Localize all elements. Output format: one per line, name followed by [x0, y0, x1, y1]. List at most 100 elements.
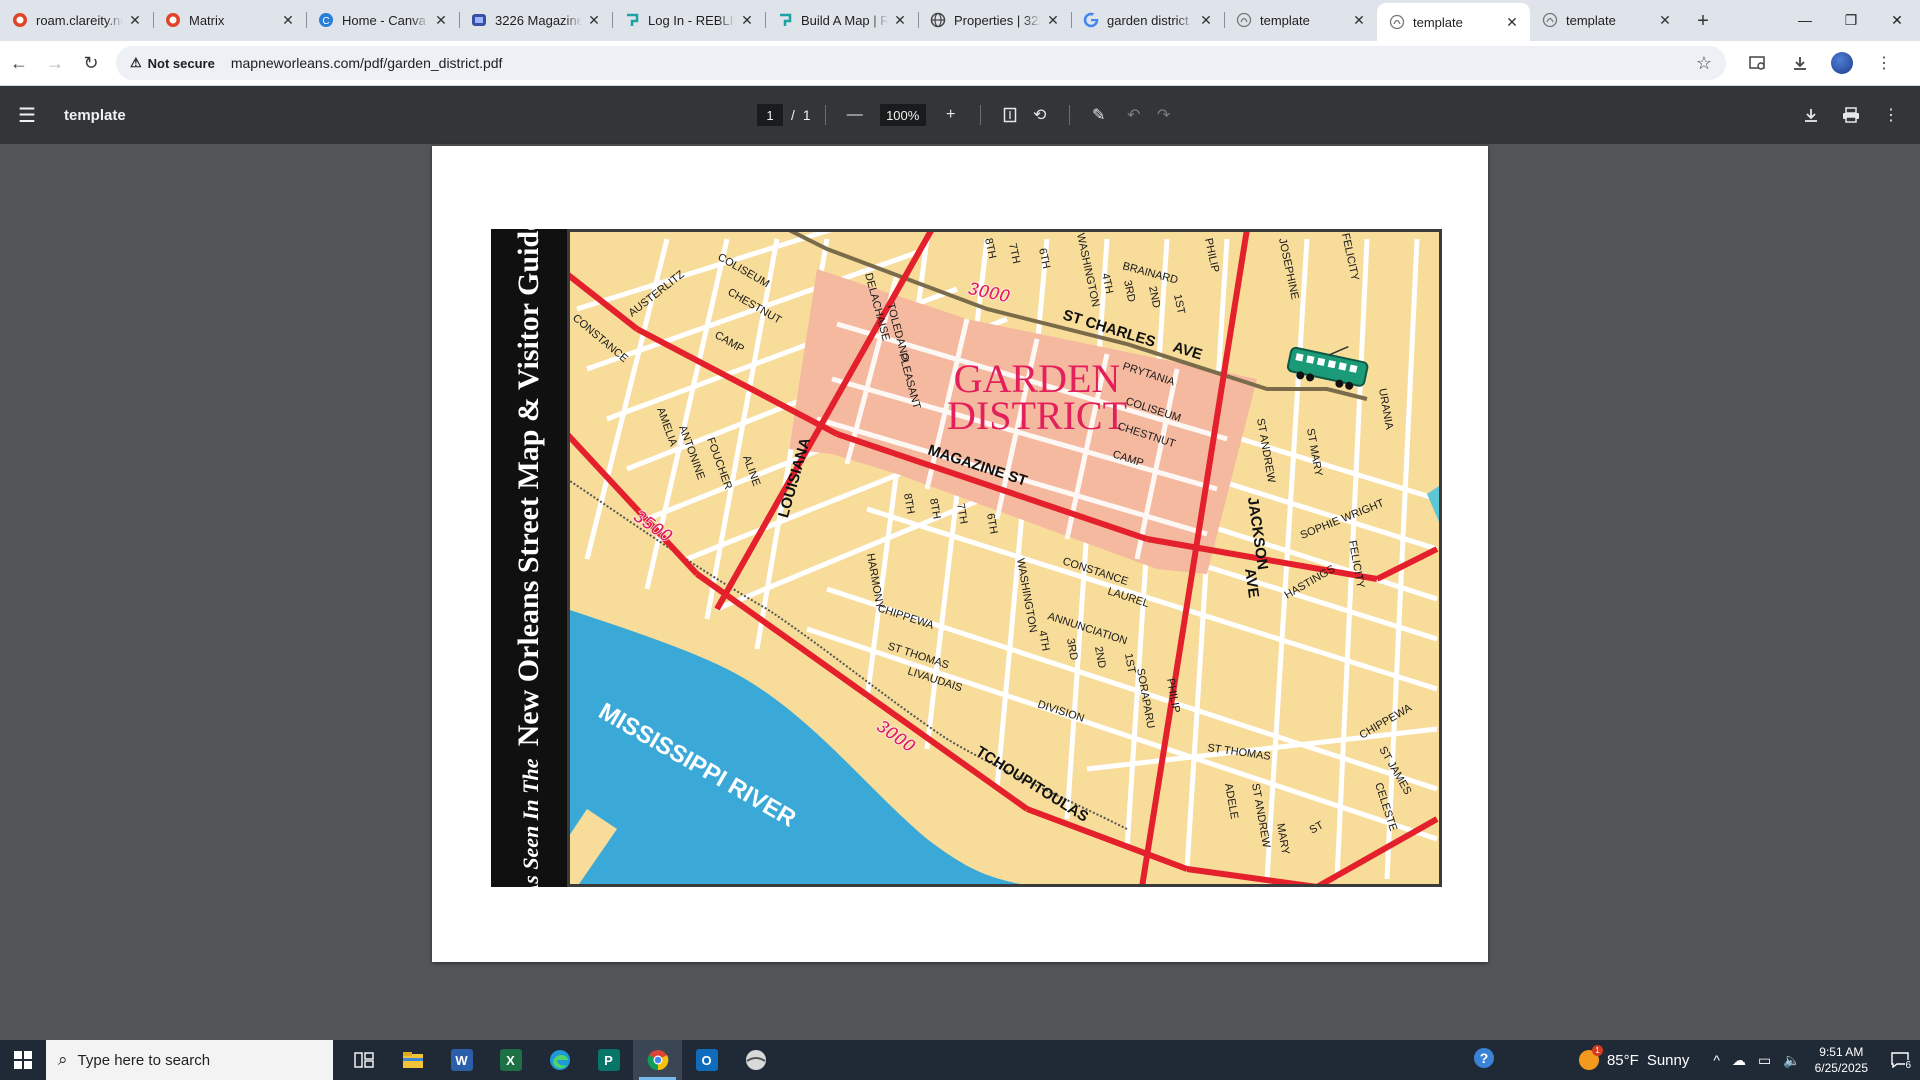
tab-title: roam.clareity.net	[36, 12, 123, 28]
map-subtitle: As Seen In The	[518, 758, 543, 899]
close-tab-icon[interactable]: ✕	[433, 12, 449, 28]
back-button[interactable]: ←	[2, 46, 36, 80]
reload-button[interactable]: ↻	[74, 46, 108, 80]
tab-build-a-map[interactable]: Build A Map | R ✕	[765, 3, 918, 37]
svg-text:C: C	[322, 16, 329, 27]
volume-icon[interactable]: 🔈	[1783, 1052, 1800, 1069]
close-tab-icon[interactable]: ✕	[1351, 12, 1367, 28]
url-text[interactable]: mapneworleans.com/pdf/garden_district.pd…	[231, 55, 503, 71]
print-icon[interactable]	[1836, 100, 1866, 130]
close-tab-icon[interactable]: ✕	[1657, 12, 1673, 28]
weather-condition: Sunny	[1646, 1051, 1690, 1069]
tab-matrix[interactable]: Matrix ✕	[153, 3, 306, 37]
taskbar-search[interactable]: ⌕ Type here to search	[46, 1040, 333, 1080]
search-placeholder: Type here to search	[77, 1051, 211, 1069]
reblie-icon	[777, 12, 793, 28]
google-icon	[1083, 12, 1099, 28]
notification-icon[interactable]: 6	[1880, 1040, 1920, 1080]
close-tab-icon[interactable]: ✕	[1045, 12, 1061, 28]
divider	[824, 105, 826, 125]
tab-template-active[interactable]: template ✕	[1377, 3, 1530, 41]
undo-icon[interactable]: ↶	[1119, 100, 1149, 130]
district-label-2: DISTRICT	[947, 393, 1127, 438]
total-pages: 1	[802, 107, 811, 123]
download-pdf-icon[interactable]	[1796, 100, 1826, 130]
close-window-icon[interactable]: ✕	[1874, 0, 1920, 40]
profile-avatar[interactable]	[1831, 52, 1853, 74]
word-icon[interactable]: W	[437, 1040, 486, 1080]
restore-icon[interactable]: ❐	[1828, 0, 1874, 40]
zoom-in-button[interactable]: +	[936, 100, 966, 130]
new-tab-button[interactable]: +	[1689, 7, 1717, 35]
minimize-icon[interactable]: —	[1782, 0, 1828, 40]
date: 6/25/2025	[1814, 1061, 1868, 1075]
close-tab-icon[interactable]: ✕	[739, 12, 755, 28]
forward-button[interactable]: →	[38, 46, 72, 80]
close-tab-icon[interactable]: ✕	[127, 12, 143, 28]
fit-page-icon[interactable]	[995, 100, 1025, 130]
map-title-bar: As Seen In The New Orleans Street Map & …	[491, 218, 567, 898]
browser-menu-icon[interactable]: ⋮	[1866, 46, 1902, 80]
clock[interactable]: 9:51 AM 6/25/2025	[1815, 1044, 1868, 1076]
system-tray: ? 1 85°F Sunny ^ ☁ ▭ 🔈 9:51 AM 6/25/2025…	[1473, 1040, 1920, 1080]
chevron-up-icon[interactable]: ^	[1713, 1052, 1720, 1068]
tab-garden-district-search[interactable]: garden district ✕	[1071, 3, 1224, 37]
pdf-icon	[1236, 12, 1252, 28]
close-tab-icon[interactable]: ✕	[280, 12, 296, 28]
bookmark-star-icon[interactable]: ☆	[1696, 53, 1712, 74]
tab-3226-magazine[interactable]: 3226 Magazine ✕	[459, 3, 612, 37]
weather-alert-badge: 1	[1591, 1045, 1603, 1056]
download-icon[interactable]	[1782, 46, 1818, 80]
tab-title: Log In - REBLIE	[648, 12, 735, 28]
sidebar-menu-icon[interactable]: ☰	[18, 103, 46, 128]
map-title: New Orleans Street Map & Visitor Guide	[512, 217, 545, 747]
help-icon[interactable]: ?	[1473, 1047, 1495, 1073]
street-map: As Seen In The New Orleans Street Map & …	[491, 218, 1442, 898]
onedrive-icon[interactable]: ☁	[1732, 1052, 1746, 1069]
close-tab-icon[interactable]: ✕	[1198, 12, 1214, 28]
chrome-icon[interactable]	[633, 1040, 682, 1080]
rotate-icon[interactable]: ⟲	[1025, 100, 1055, 130]
zoom-level-input[interactable]: 100%	[879, 104, 926, 126]
tab-properties[interactable]: Properties | 322 ✕	[918, 3, 1071, 37]
pdf-viewport[interactable]: As Seen In The New Orleans Street Map & …	[0, 144, 1920, 1040]
file-explorer-icon[interactable]	[388, 1040, 437, 1080]
task-view-icon[interactable]	[339, 1040, 388, 1080]
excel-icon[interactable]: X	[486, 1040, 535, 1080]
search-icon: ⌕	[58, 1050, 68, 1069]
pdf-toolbar: ☰ template 1 / 1 — 100% + ⟲ ✎ ↶ ↷ ⋮	[0, 86, 1920, 144]
tab-template-3[interactable]: template ✕	[1530, 3, 1683, 37]
reblie-icon	[624, 12, 640, 28]
security-indicator[interactable]: ⚠ Not secure	[130, 55, 215, 71]
tab-canva[interactable]: C Home - Canva ✕	[306, 3, 459, 37]
tab-title: garden district	[1107, 12, 1189, 28]
tab-title: Build A Map | R	[801, 12, 888, 28]
weather-widget[interactable]: 1 85°F Sunny	[1578, 1045, 1690, 1070]
network-icon[interactable]: ▭	[1758, 1052, 1771, 1069]
windows-start-icon[interactable]	[0, 1040, 46, 1080]
close-tab-icon[interactable]: ✕	[586, 12, 602, 28]
app-icon[interactable]	[731, 1040, 780, 1080]
outlook-icon[interactable]: O	[682, 1040, 731, 1080]
tab-roam-clareity[interactable]: roam.clareity.net ✕	[0, 3, 153, 37]
edge-icon[interactable]	[535, 1040, 584, 1080]
page-number-input[interactable]: 1	[757, 104, 783, 126]
tab-template-1[interactable]: template ✕	[1224, 3, 1377, 37]
publisher-icon[interactable]: P	[584, 1040, 633, 1080]
close-tab-icon[interactable]: ✕	[1504, 14, 1520, 30]
svg-text:?: ?	[1480, 1050, 1489, 1066]
close-tab-icon[interactable]: ✕	[892, 12, 908, 28]
redo-icon[interactable]: ↷	[1149, 100, 1179, 130]
map-graphic: GARDEN DISTRICT MISSISSIPPI RIVER 3000 3…	[567, 229, 1442, 887]
temperature: 85°F	[1606, 1051, 1639, 1069]
listing-icon	[471, 12, 487, 28]
notification-count: 6	[1905, 1060, 1911, 1071]
more-options-icon[interactable]: ⋮	[1876, 100, 1906, 130]
annotate-pen-icon[interactable]: ✎	[1084, 100, 1114, 130]
tab-reblie-login[interactable]: Log In - REBLIE ✕	[612, 3, 765, 37]
window-controls: — ❐ ✕	[1782, 0, 1920, 40]
divider	[1068, 105, 1070, 125]
address-bar[interactable]: ⚠ Not secure mapneworleans.com/pdf/garden…	[116, 46, 1726, 80]
tab-search-icon[interactable]	[1740, 46, 1776, 80]
zoom-out-button[interactable]: —	[840, 100, 870, 130]
